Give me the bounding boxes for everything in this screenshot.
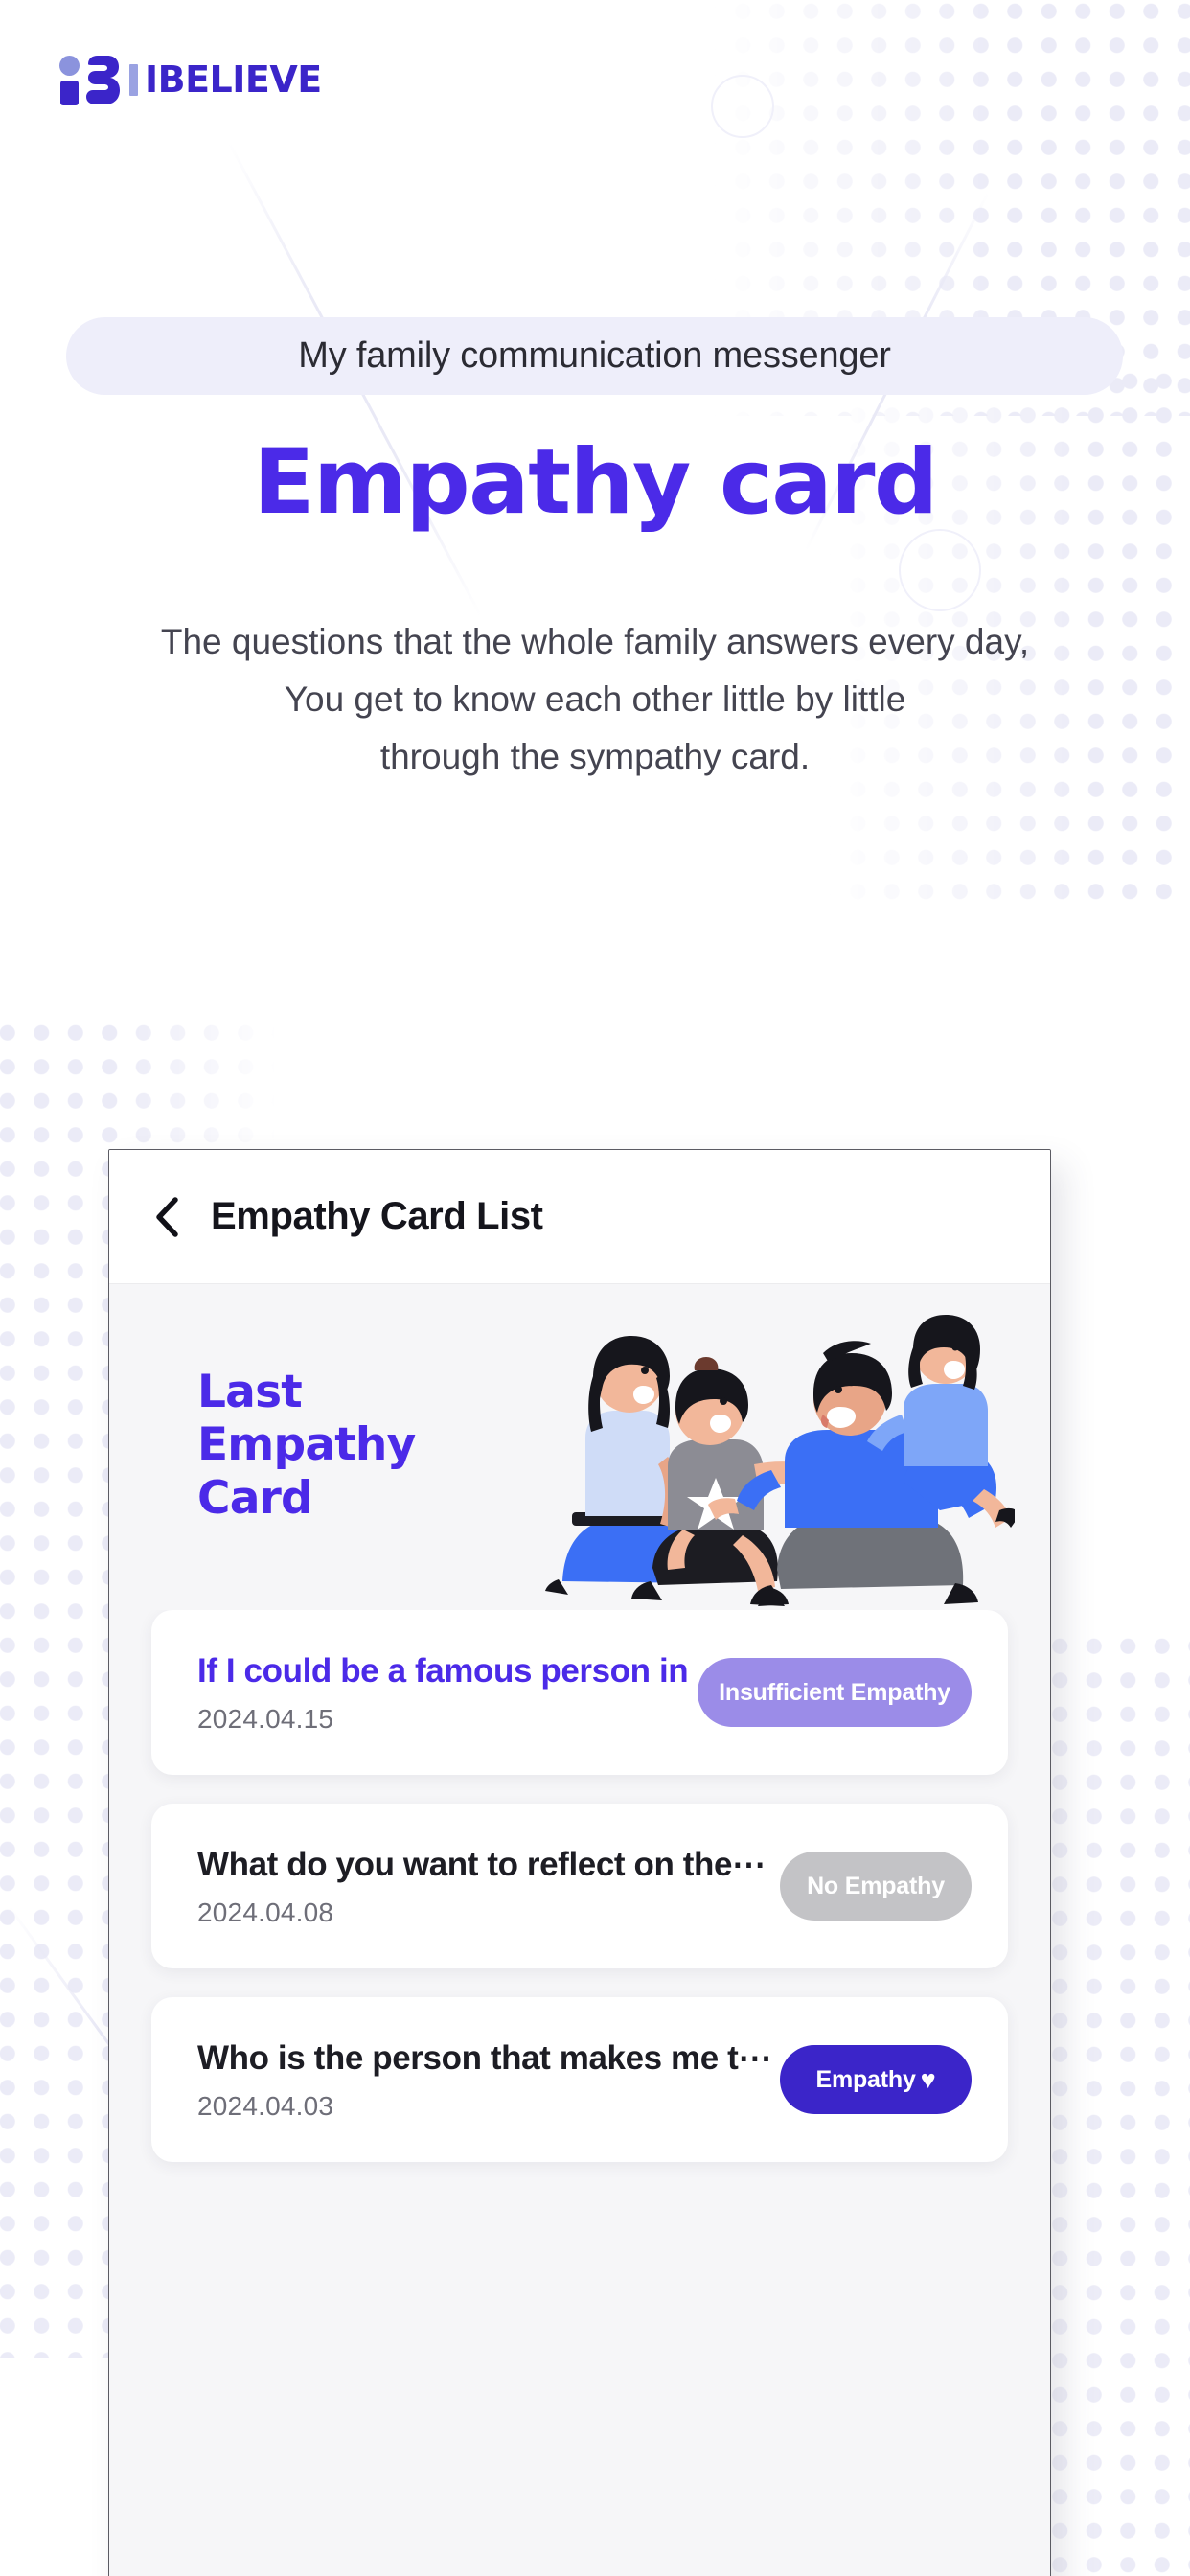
brand-name: IBELIEVE <box>145 58 322 101</box>
hero-description: The questions that the whole family answ… <box>0 613 1190 786</box>
status-badge-label: Empathy <box>815 2065 916 2093</box>
logo-dot-shape <box>59 56 80 76</box>
banner-line-1: Last <box>197 1366 303 1418</box>
banner-line-2: Empathy <box>197 1418 416 1472</box>
list-item-title: What do you want to reflect on the⋯ <box>197 1845 766 1883</box>
hero-description-line-1: The questions that the whole family answ… <box>160 622 1030 661</box>
list-item-content: If I could be a famous person in th⋯ 202… <box>197 1651 698 1735</box>
status-badge[interactable]: Empathy ♥ <box>780 2045 972 2114</box>
decorative-ring-1 <box>711 75 774 138</box>
list-item-date: 2024.04.15 <box>197 1703 334 1734</box>
hero-eyebrow-pill: My family communication messenger <box>66 317 1123 395</box>
list-item[interactable]: If I could be a famous person in th⋯ 202… <box>151 1610 1008 1775</box>
list-item-content: What do you want to reflect on the⋯ 2024… <box>197 1845 780 1928</box>
empathy-card-list: If I could be a famous person in th⋯ 202… <box>109 1610 1050 2162</box>
hero-description-line-3: through the sympathy card. <box>379 736 811 776</box>
last-empathy-card-title: Last Empathy Card <box>197 1366 416 1525</box>
status-badge-label: No Empathy <box>807 1872 945 1899</box>
logo-bar-shape <box>129 63 138 96</box>
heart-icon: ♥ <box>920 2064 936 2094</box>
page-title: Empathy card <box>253 430 938 535</box>
list-item-content: Who is the person that makes me t⋯ 2024.… <box>197 2038 780 2122</box>
phone-mockup: Empathy Card List Last Empathy Card If I… <box>108 1149 1051 2576</box>
chevron-left-icon[interactable] <box>148 1196 188 1237</box>
logo-stem-shape <box>60 80 79 105</box>
status-badge[interactable]: Insufficient Empathy <box>698 1658 972 1727</box>
hero-description-line-2: You get to know each other little by lit… <box>284 678 906 719</box>
hero-eyebrow-text: My family communication messenger <box>298 335 891 376</box>
banner-line-3: Card <box>197 1471 313 1525</box>
status-badge-label: Insufficient Empathy <box>719 1678 950 1706</box>
list-item-title: Who is the person that makes me t⋯ <box>197 2038 772 2077</box>
ibelieve-logo-icon <box>59 54 120 105</box>
brand-logo[interactable]: IBELIEVE <box>59 54 322 105</box>
page-root: IBELIEVE My family communication messeng… <box>0 0 1190 2576</box>
app-header: Empathy Card List <box>109 1150 1050 1284</box>
app-header-title: Empathy Card List <box>211 1195 543 1237</box>
decorative-ring-2 <box>899 529 981 611</box>
list-item-date: 2024.04.03 <box>197 2090 334 2121</box>
brand-wordmark: IBELIEVE <box>129 61 322 98</box>
logo-b-shape <box>84 55 120 105</box>
list-item-date: 2024.04.08 <box>197 1897 334 1927</box>
last-empathy-card-banner[interactable]: Last Empathy Card <box>109 1284 1050 1610</box>
list-item[interactable]: Who is the person that makes me t⋯ 2024.… <box>151 1997 1008 2162</box>
list-item[interactable]: What do you want to reflect on the⋯ 2024… <box>151 1804 1008 1968</box>
status-badge[interactable]: No Empathy <box>780 1852 972 1920</box>
list-item-title: If I could be a famous person in th⋯ <box>197 1651 698 1690</box>
family-illustration <box>497 1294 1015 1610</box>
